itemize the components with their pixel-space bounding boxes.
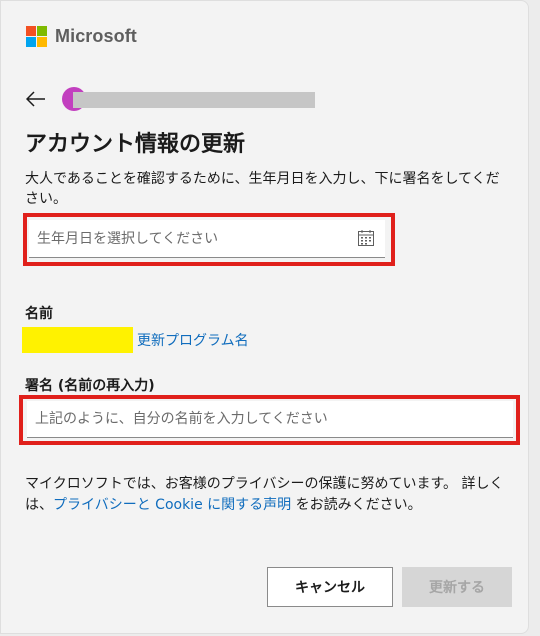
arrow-left-icon [26, 91, 45, 107]
name-label: 名前 [25, 306, 53, 322]
microsoft-logo-icon [26, 26, 47, 47]
account-row [25, 86, 47, 112]
privacy-statement-link[interactable]: プライバシーと Cookie に関する声明 [53, 497, 291, 513]
signature-field-container [27, 401, 513, 438]
update-account-dialog: Microsoft アカウント情報の更新 大人であることを確認するために、生年月… [0, 0, 529, 634]
account-email-redacted [73, 92, 315, 108]
privacy-text-after: をお読みください。 [291, 497, 422, 513]
back-button[interactable] [25, 88, 47, 110]
page-description: 大人であることを確認するために、生年月日を入力し、下に署名をしてください。 [25, 171, 500, 207]
birthdate-input[interactable] [29, 220, 385, 257]
birthdate-field-container [29, 220, 385, 258]
microsoft-logo: Microsoft [26, 26, 137, 47]
name-value: 更新プログラム名 [137, 333, 249, 349]
privacy-notice: マイクロソフトでは、お客様のプライバシーの保護に努めています。 詳しくは、プライ… [25, 474, 510, 516]
name-redacted-highlight [22, 327, 133, 353]
signature-input[interactable] [27, 401, 513, 437]
brand-name: Microsoft [55, 26, 137, 46]
calendar-icon[interactable] [357, 229, 375, 247]
cancel-button[interactable]: キャンセル [267, 567, 393, 607]
signature-label: 署名 (名前の再入力) [25, 378, 155, 394]
update-button[interactable]: 更新する [402, 567, 512, 607]
page-title: アカウント情報の更新 [25, 132, 246, 157]
